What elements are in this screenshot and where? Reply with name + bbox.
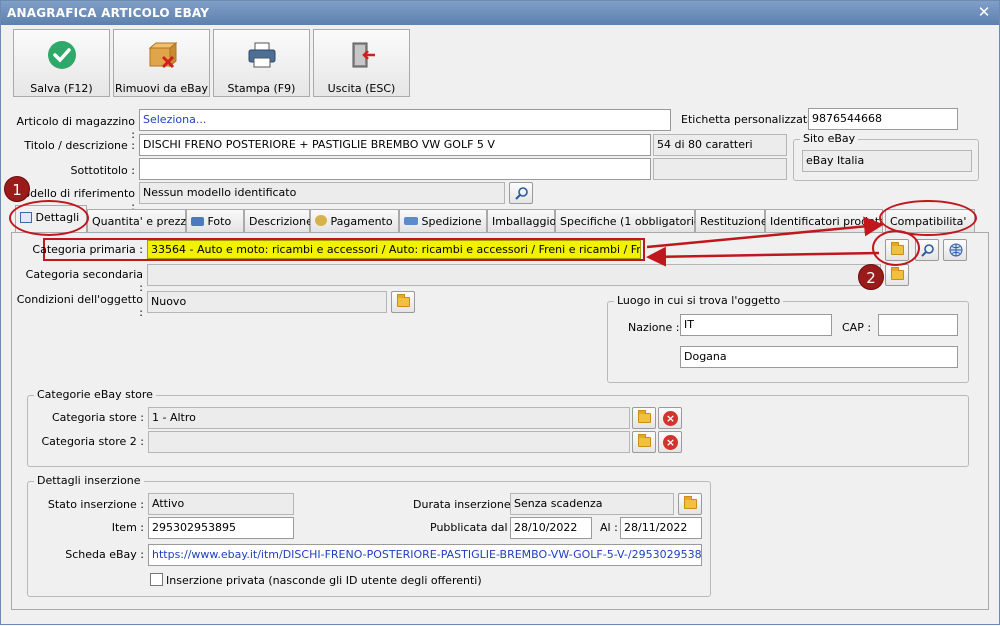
annotation-ring-dettagli xyxy=(9,200,89,236)
annotation-badge-2: 2 xyxy=(858,264,884,290)
annotation-badge-1: 1 xyxy=(4,176,30,202)
annotation-arrows xyxy=(646,216,884,267)
ebay-item-window: ANAGRAFICA ARTICOLO EBAY ✕ Salva (F12) R… xyxy=(0,0,1000,625)
annotation-ring-browse xyxy=(872,230,920,266)
